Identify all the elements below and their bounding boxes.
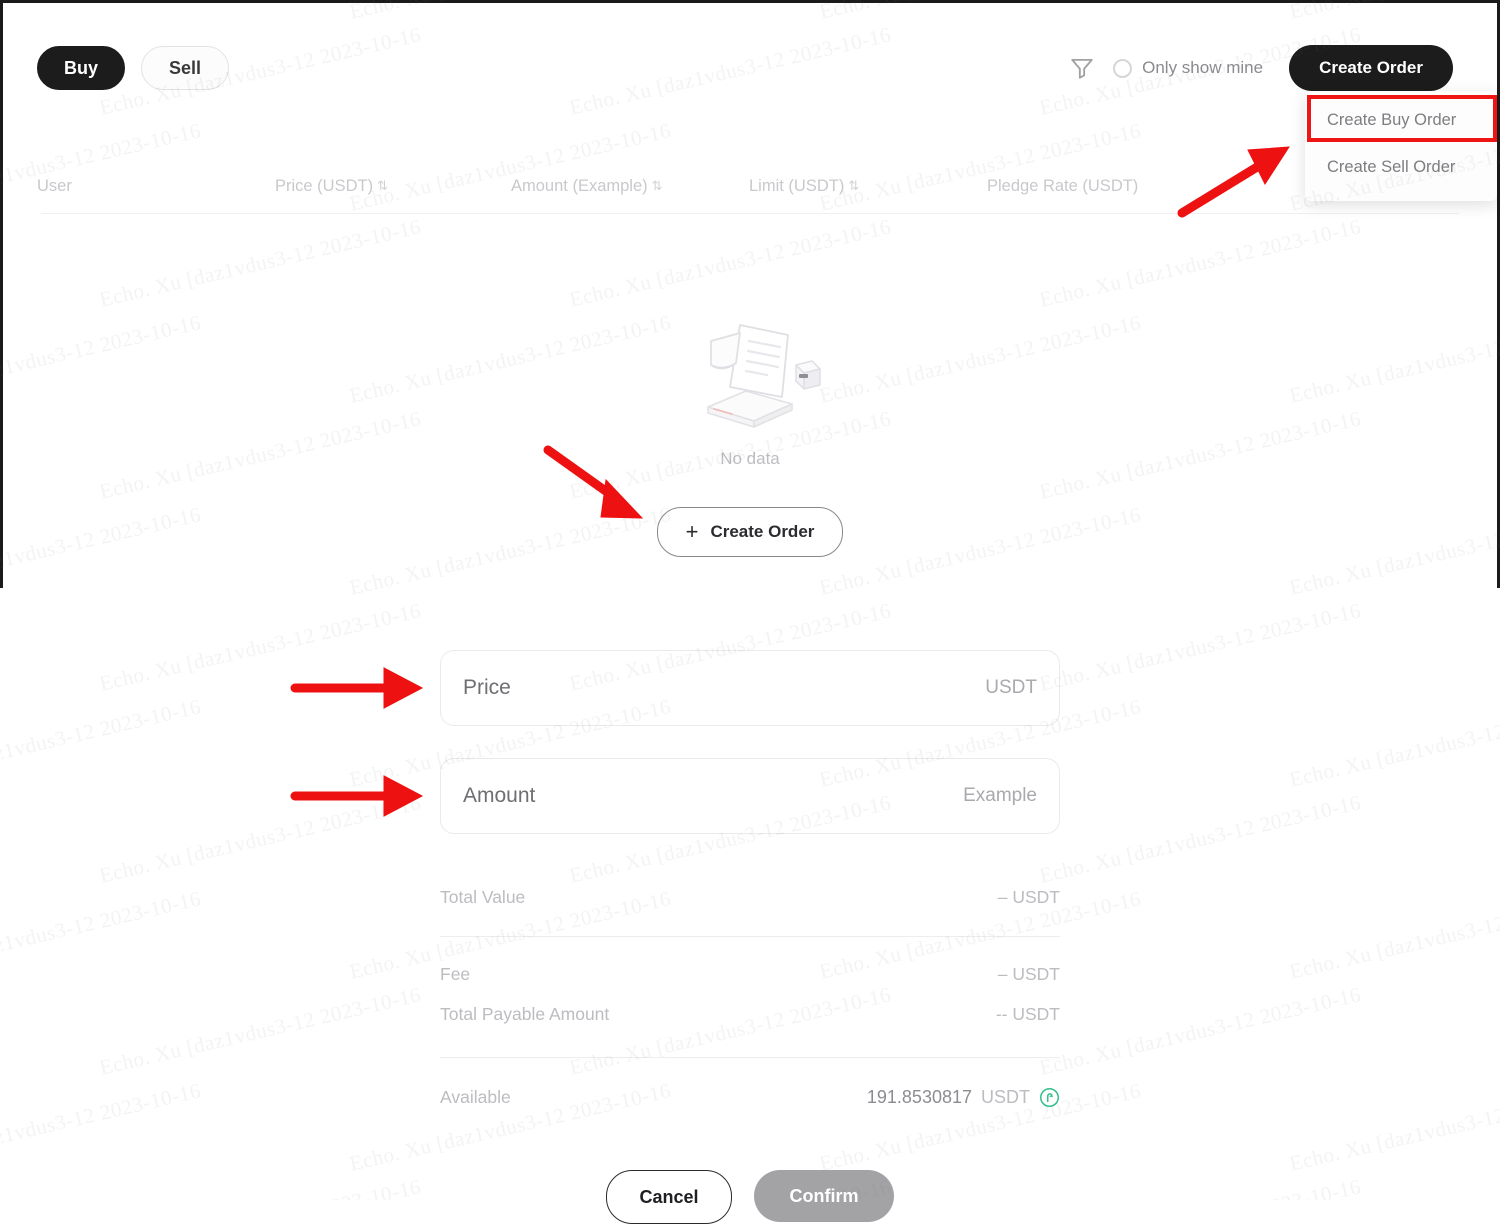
only-show-mine-toggle[interactable]: Only show mine [1113,58,1263,78]
total-value-value: – USDT [997,886,1060,907]
watermark-text: Echo. Xu [daz1vdus3-12 2023-10-16 [1037,790,1364,888]
only-show-mine-label: Only show mine [1142,58,1264,77]
watermark-text: Echo. Xu [daz1vdus3-12 2023-10-16 [1287,886,1500,984]
total-payable-amount-value: -- USDT [995,1003,1060,1024]
column-header-pledge-rate: Pledge Rate (USDT) [987,177,1138,196]
watermark-text: Echo. Xu [daz1vdus3-12 2023-10-16 [97,790,424,888]
price-input-placeholder: Price [463,676,511,699]
no-data-message: No data [720,449,780,468]
filter-icon[interactable] [1069,55,1095,81]
column-header-limit[interactable]: Limit (USDT) ⇅ [749,177,859,196]
order-list-panel: Buy Sell Only show mine Create Order Cre… [0,0,1500,588]
column-label: User [37,177,72,195]
watermark-text: Echo. Xu [daz1vdus3-12 2023-10-16 [1287,1078,1500,1176]
fee-value: – USDT [997,963,1060,984]
watermark-text: Echo. Xu [daz1vdus3-12 2023-10-16 [1037,982,1364,1080]
sort-icon[interactable]: ⇅ [377,178,388,194]
total-payable-amount-label: Total Payable Amount [440,1003,610,1024]
menu-item-create-sell-order[interactable]: Create Sell Order [1305,144,1497,191]
summary-divider [440,936,1060,937]
column-label: Limit (USDT) [749,177,845,195]
watermark-text: Echo. Xu [daz1vdus3-12 2023-10-16 [97,1174,423,1200]
watermark-text: Echo. Xu [daz1vdus3-12 2023-10-16 [97,598,424,696]
toolbar: Buy Sell Only show mine Create Order Cre… [3,3,1497,201]
plus-icon: + [685,519,699,544]
only-show-mine-radio[interactable] [1113,58,1133,78]
sort-icon[interactable]: ⇅ [652,178,663,194]
available-value-group: 191.8530817 USDT [867,1087,1060,1108]
watermark-text: Echo. Xu [daz1vdus3-12 2023-10-16 [0,694,204,791]
watermark-text: Echo. Xu [daz1vdus3-12 2023-10-16 [0,1078,204,1175]
arrow-to-price-field [290,667,424,709]
tab-sell[interactable]: Sell [141,46,229,90]
menu-item-create-buy-order[interactable]: Create Buy Order [1305,97,1497,144]
column-header-user: User [37,177,72,196]
watermark-text: Echo. Xu [daz1vdus3-12 2023-10-16 [0,886,204,983]
available-label: Available [440,1086,511,1107]
empty-state-create-order-button[interactable]: + Create Order [656,507,844,557]
fee-label: Fee [440,963,471,984]
column-header-price[interactable]: Price (USDT) ⇅ [275,177,388,196]
buy-sell-segmented-control: Buy Sell [37,46,229,90]
create-order-button[interactable]: Create Order [1289,45,1453,91]
price-input[interactable]: Price USDT [440,650,1060,726]
form-action-buttons: Cancel Confirm [440,1170,1060,1224]
amount-input-suffix: Example [963,785,1037,806]
cancel-button[interactable]: Cancel [606,1170,732,1224]
table-header-divider [41,213,1459,214]
confirm-button[interactable]: Confirm [754,1170,894,1222]
amount-input[interactable]: Amount Example [440,758,1060,834]
column-header-amount[interactable]: Amount (Example) ⇅ [511,177,663,196]
order-table-header: User Price (USDT) ⇅ Amount (Example) ⇅ Lim… [3,163,1497,213]
available-row: Available 191.8530817 USDT [440,1080,1060,1114]
fee-row: Fee – USDT [440,959,1060,989]
total-value-label: Total Value [440,886,526,907]
watermark-text: Echo. Xu [daz1vdus3-12 2023-10-16 [97,982,424,1080]
create-order-dropdown-menu: Create Buy Order Create Sell Order [1305,91,1497,201]
watermark-text: Echo. Xu [daz1vdus3-12 2023-10-16 [1287,694,1500,792]
column-label: Pledge Rate (USDT) [987,177,1139,195]
watermark-text: Echo. Xu [daz1vdus3-12 2023-10-16 [1037,1174,1363,1200]
available-amount: 191.8530817 [866,1086,972,1107]
no-data-illustration-icon [670,303,830,433]
toolbar-right-group: Only show mine Create Order [1069,45,1453,91]
column-label: Amount (Example) [511,177,648,195]
total-payable-amount-row: Total Payable Amount -- USDT [440,999,1060,1029]
amount-input-placeholder: Amount [463,784,536,807]
create-order-form: Price USDT Amount Example Total Value – … [440,650,1060,1224]
total-value-row: Total Value – USDT [440,880,1060,914]
watermark-text: Echo. Xu [daz1vdus3-12 2023-10-16 [1037,598,1364,696]
price-input-suffix: USDT [985,677,1037,698]
empty-state: No data + Create Order [3,303,1497,557]
sort-icon[interactable]: ⇅ [848,178,859,194]
available-unit: USDT [981,1086,1030,1107]
tab-buy[interactable]: Buy [37,46,125,90]
available-divider [440,1057,1060,1058]
transfer-icon[interactable] [1039,1087,1060,1108]
arrow-to-amount-field [290,775,424,817]
column-label: Price (USDT) [275,177,374,195]
empty-state-create-order-label: Create Order [710,522,815,541]
